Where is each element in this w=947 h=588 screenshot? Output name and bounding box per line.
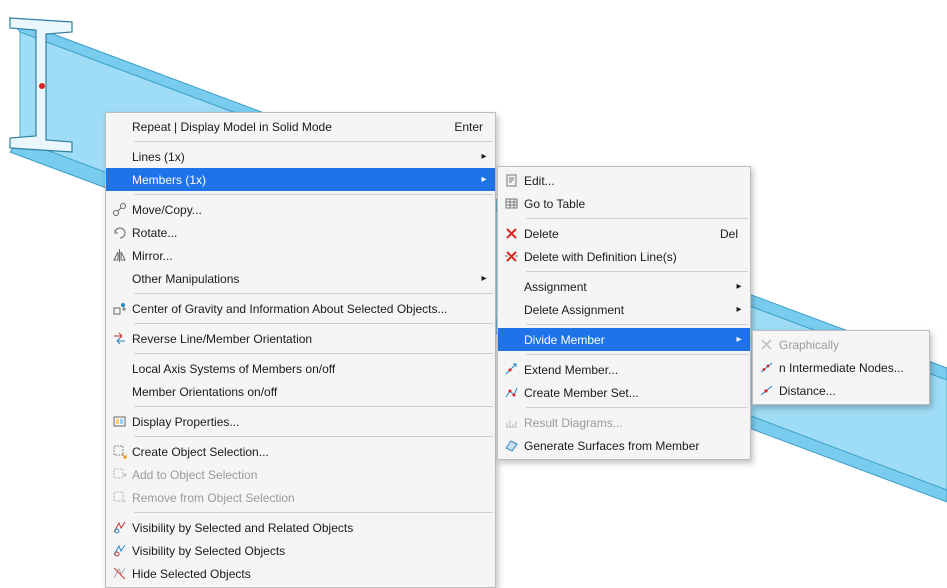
separator (134, 141, 493, 142)
menu-item-result-diagrams: Result Diagrams... (498, 411, 750, 434)
submenu-arrow-icon (734, 282, 744, 292)
submenu-arrow-icon (734, 335, 744, 345)
menu-item-rotate[interactable]: Rotate... (106, 221, 495, 244)
submenu-divide-member: Graphically n Intermediate Nodes... Dist… (752, 330, 930, 405)
result-diagrams-icon (498, 415, 524, 430)
separator (134, 194, 493, 195)
menu-item-other-manipulations[interactable]: Other Manipulations (106, 267, 495, 290)
create-selection-icon (106, 444, 132, 459)
edit-icon (498, 173, 524, 188)
separator (526, 407, 748, 408)
separator (526, 218, 748, 219)
menu-item-repeat[interactable]: Repeat | Display Model in Solid Mode Ent… (106, 115, 495, 138)
menu-item-visibility-related[interactable]: Visibility by Selected and Related Objec… (106, 516, 495, 539)
add-selection-icon (106, 467, 132, 482)
member-set-icon (498, 385, 524, 400)
menu-item-remove-from-selection: Remove from Object Selection (106, 486, 495, 509)
menu-item-local-axis[interactable]: Local Axis Systems of Members on/off (106, 357, 495, 380)
mirror-icon (106, 248, 132, 263)
delete-lines-icon (498, 249, 524, 264)
menu-item-n-intermediate-nodes[interactable]: n Intermediate Nodes... (753, 356, 929, 379)
menu-item-extend-member[interactable]: Extend Member... (498, 358, 750, 381)
submenu-arrow-icon (479, 274, 489, 284)
menu-item-move-copy[interactable]: Move/Copy... (106, 198, 495, 221)
menu-item-distance[interactable]: Distance... (753, 379, 929, 402)
menu-item-hide-selected[interactable]: Hide Selected Objects (106, 562, 495, 585)
display-properties-icon (106, 414, 132, 429)
menu-item-edit[interactable]: Edit... (498, 169, 750, 192)
menu-item-reverse-orientation[interactable]: Reverse Line/Member Orientation (106, 327, 495, 350)
separator (134, 323, 493, 324)
separator (526, 324, 748, 325)
menu-item-member-orientations[interactable]: Member Orientations on/off (106, 380, 495, 403)
context-menu-main: Repeat | Display Model in Solid Mode Ent… (105, 112, 496, 588)
separator (134, 406, 493, 407)
menu-item-visibility-selected[interactable]: Visibility by Selected Objects (106, 539, 495, 562)
menu-item-delete-with-definition[interactable]: Delete with Definition Line(s) (498, 245, 750, 268)
table-icon (498, 196, 524, 211)
visibility-selected-icon (106, 543, 132, 558)
separator (134, 293, 493, 294)
menu-item-mirror[interactable]: Mirror... (106, 244, 495, 267)
menu-item-create-member-set[interactable]: Create Member Set... (498, 381, 750, 404)
generate-surfaces-icon (498, 438, 524, 453)
submenu-arrow-icon (479, 152, 489, 162)
menu-item-delete-assignment[interactable]: Delete Assignment (498, 298, 750, 321)
menu-item-divide-member[interactable]: Divide Member (498, 328, 750, 351)
separator (134, 436, 493, 437)
nodes-icon (753, 360, 779, 375)
separator (134, 512, 493, 513)
delete-icon (498, 226, 524, 241)
menu-item-members[interactable]: Members (1x) (106, 168, 495, 191)
move-copy-icon (106, 202, 132, 217)
visibility-related-icon (106, 520, 132, 535)
reverse-icon (106, 331, 132, 346)
submenu-arrow-icon (479, 175, 489, 185)
menu-item-assignment[interactable]: Assignment (498, 275, 750, 298)
menu-item-lines[interactable]: Lines (1x) (106, 145, 495, 168)
menu-item-display-properties[interactable]: Display Properties... (106, 410, 495, 433)
separator (526, 271, 748, 272)
menu-item-graphically: Graphically (753, 333, 929, 356)
info-icon (106, 301, 132, 316)
extend-icon (498, 362, 524, 377)
menu-item-create-object-selection[interactable]: Create Object Selection... (106, 440, 495, 463)
menu-item-delete[interactable]: Delete Del (498, 222, 750, 245)
rotate-icon (106, 225, 132, 240)
menu-item-center-of-gravity[interactable]: Center of Gravity and Information About … (106, 297, 495, 320)
menu-item-go-to-table[interactable]: Go to Table (498, 192, 750, 215)
separator (134, 353, 493, 354)
graphically-icon (753, 337, 779, 352)
menu-item-add-to-selection: Add to Object Selection (106, 463, 495, 486)
hide-icon (106, 566, 132, 581)
menu-item-generate-surfaces[interactable]: Generate Surfaces from Member (498, 434, 750, 457)
submenu-arrow-icon (734, 305, 744, 315)
remove-selection-icon (106, 490, 132, 505)
separator (526, 354, 748, 355)
distance-icon (753, 383, 779, 398)
submenu-members: Edit... Go to Table Delete Del Delete wi… (497, 166, 751, 460)
